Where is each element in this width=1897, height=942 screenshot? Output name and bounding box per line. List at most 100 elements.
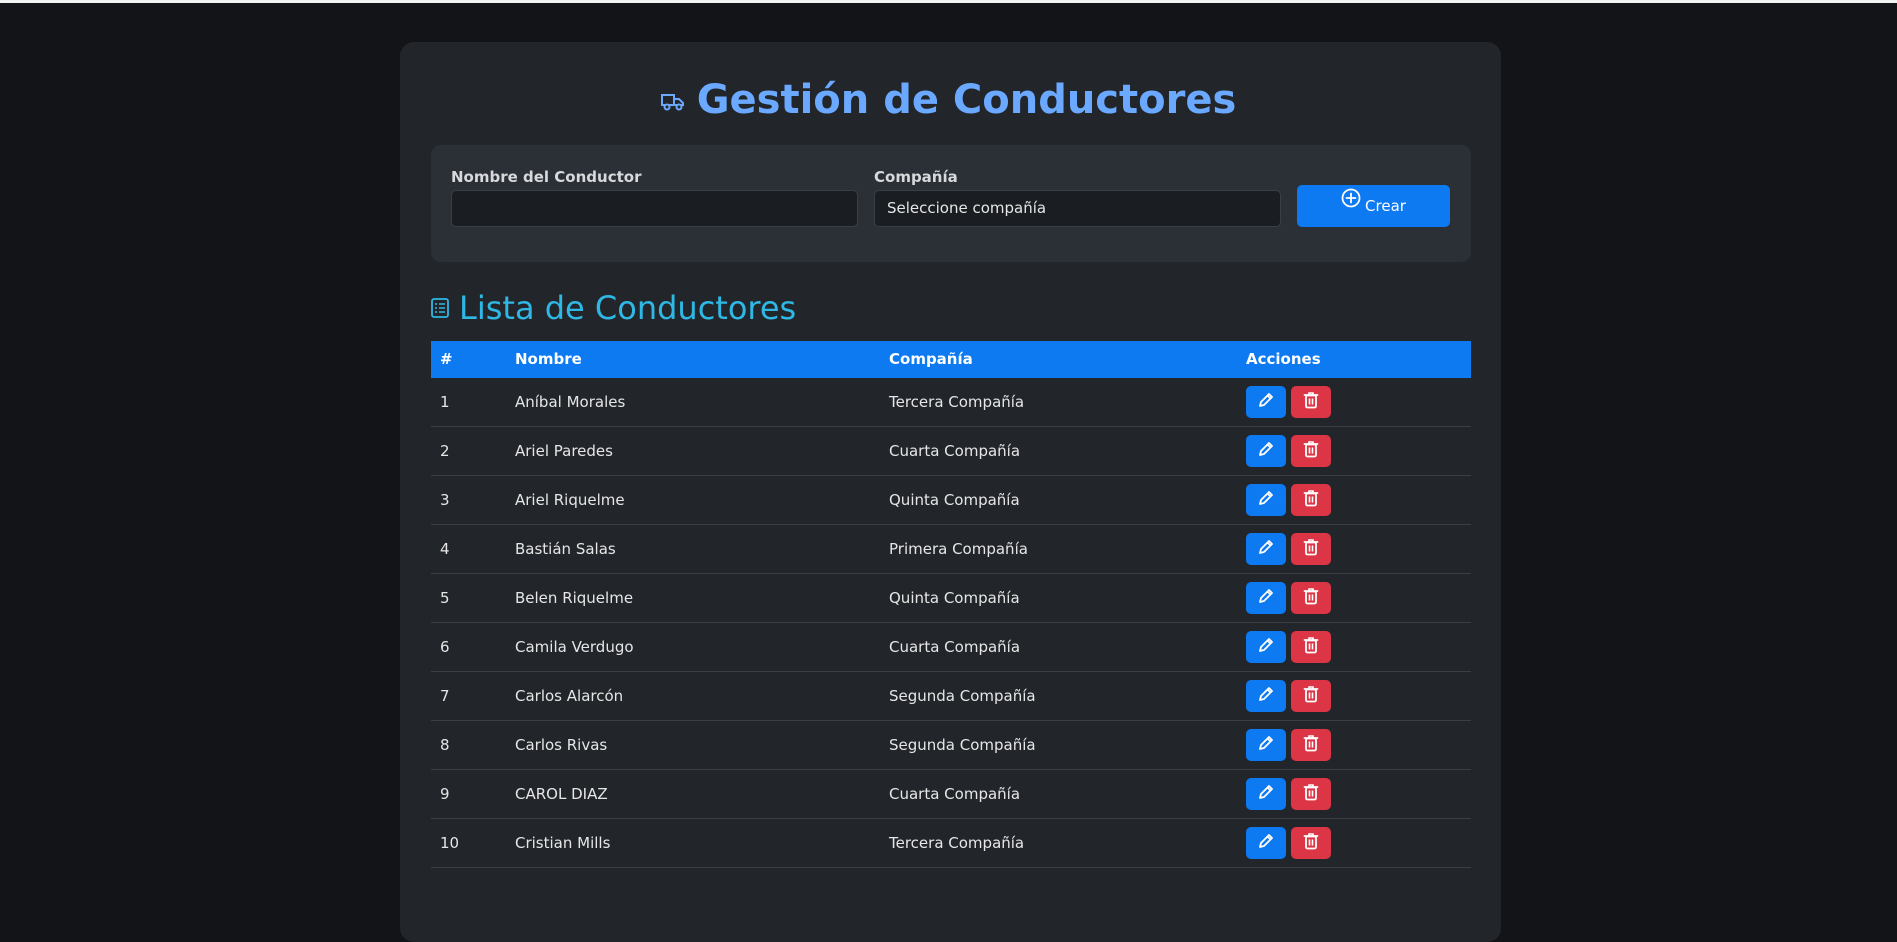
delete-button[interactable] bbox=[1291, 729, 1331, 761]
trash-icon bbox=[1303, 587, 1319, 609]
plus-circle-icon bbox=[1341, 182, 1361, 224]
row-driver-name: Belen Riquelme bbox=[515, 589, 634, 607]
row-driver-name: Carlos Rivas bbox=[515, 736, 608, 754]
pencil-icon bbox=[1257, 391, 1275, 413]
pencil-icon bbox=[1257, 489, 1275, 511]
delete-button[interactable] bbox=[1291, 631, 1331, 663]
company-label: Compañía bbox=[874, 168, 958, 186]
edit-button[interactable] bbox=[1246, 827, 1286, 859]
trash-icon bbox=[1303, 440, 1319, 462]
row-driver-name: Aníbal Morales bbox=[515, 393, 626, 411]
table-row: 7 Carlos Alarcón Segunda Compañía bbox=[431, 672, 1471, 721]
trash-icon bbox=[1303, 391, 1319, 413]
table-row: 9 CAROL DIAZ Cuarta Compañía bbox=[431, 770, 1471, 819]
edit-button[interactable] bbox=[1246, 729, 1286, 761]
delete-button[interactable] bbox=[1291, 435, 1331, 467]
table-row: 5 Belen Riquelme Quinta Compañía bbox=[431, 574, 1471, 623]
trash-icon bbox=[1303, 734, 1319, 756]
row-company: Quinta Compañía bbox=[889, 589, 1020, 607]
edit-button[interactable] bbox=[1246, 386, 1286, 418]
trash-icon bbox=[1303, 538, 1319, 560]
list-title-text: Lista de Conductores bbox=[459, 289, 797, 327]
trash-icon bbox=[1303, 636, 1319, 658]
browser-top-strip bbox=[0, 0, 1897, 3]
delete-button[interactable] bbox=[1291, 680, 1331, 712]
trash-icon bbox=[1303, 489, 1319, 511]
trash-icon bbox=[1303, 685, 1319, 707]
table-row: 1 Aníbal Morales Tercera Compañía bbox=[431, 378, 1471, 427]
driver-name-label: Nombre del Conductor bbox=[451, 168, 642, 186]
create-button[interactable]: Crear bbox=[1297, 185, 1450, 227]
row-company: Segunda Compañía bbox=[889, 687, 1036, 705]
row-number: 3 bbox=[440, 491, 450, 509]
row-number: 4 bbox=[440, 540, 450, 558]
row-company: Cuarta Compañía bbox=[889, 638, 1021, 656]
delete-button[interactable] bbox=[1291, 827, 1331, 859]
row-company: Tercera Compañía bbox=[889, 834, 1025, 852]
column-header-actions: Acciones bbox=[1246, 350, 1321, 368]
drivers-table: # Nombre Compañía Acciones 1 Aníbal Moral… bbox=[431, 341, 1471, 868]
delete-button[interactable] bbox=[1291, 484, 1331, 516]
table-header: # Nombre Compañía Acciones bbox=[431, 341, 1471, 378]
table-row: 4 Bastián Salas Primera Compañía bbox=[431, 525, 1471, 574]
row-company: Cuarta Compañía bbox=[889, 785, 1021, 803]
row-driver-name: Carlos Alarcón bbox=[515, 687, 624, 705]
edit-button[interactable] bbox=[1246, 778, 1286, 810]
pencil-icon bbox=[1257, 783, 1275, 805]
edit-button[interactable] bbox=[1246, 680, 1286, 712]
row-number: 10 bbox=[440, 834, 460, 852]
truck-icon bbox=[660, 70, 685, 126]
row-number: 7 bbox=[440, 687, 450, 705]
company-select-value: Seleccione compañía bbox=[887, 199, 1047, 217]
trash-icon bbox=[1303, 832, 1319, 854]
pencil-icon bbox=[1257, 685, 1275, 707]
row-company: Tercera Compañía bbox=[889, 393, 1025, 411]
list-title: Lista de Conductores bbox=[431, 286, 796, 332]
row-number: 1 bbox=[440, 393, 450, 411]
list-icon bbox=[431, 285, 449, 329]
edit-button[interactable] bbox=[1246, 435, 1286, 467]
create-button-label: Crear bbox=[1365, 197, 1406, 215]
pencil-icon bbox=[1257, 832, 1275, 854]
row-company: Quinta Compañía bbox=[889, 491, 1020, 509]
delete-button[interactable] bbox=[1291, 533, 1331, 565]
edit-button[interactable] bbox=[1246, 533, 1286, 565]
pencil-icon bbox=[1257, 538, 1275, 560]
row-company: Cuarta Compañía bbox=[889, 442, 1021, 460]
table-row: 10 Cristian Mills Tercera Compañía bbox=[431, 819, 1471, 868]
edit-button[interactable] bbox=[1246, 484, 1286, 516]
row-driver-name: Camila Verdugo bbox=[515, 638, 634, 656]
row-driver-name: Cristian Mills bbox=[515, 834, 611, 852]
row-number: 6 bbox=[440, 638, 450, 656]
table-row: 8 Carlos Rivas Segunda Compañía bbox=[431, 721, 1471, 770]
row-number: 2 bbox=[440, 442, 450, 460]
trash-icon bbox=[1303, 783, 1319, 805]
row-driver-name: Ariel Paredes bbox=[515, 442, 613, 460]
edit-button[interactable] bbox=[1246, 631, 1286, 663]
pencil-icon bbox=[1257, 440, 1275, 462]
table-row: 6 Camila Verdugo Cuarta Compañía bbox=[431, 623, 1471, 672]
driver-name-input[interactable] bbox=[451, 190, 858, 227]
delete-button[interactable] bbox=[1291, 778, 1331, 810]
table-row: 3 Ariel Riquelme Quinta Compañía bbox=[431, 476, 1471, 525]
row-number: 8 bbox=[440, 736, 450, 754]
row-driver-name: CAROL DIAZ bbox=[515, 785, 608, 803]
pencil-icon bbox=[1257, 734, 1275, 756]
edit-button[interactable] bbox=[1246, 582, 1286, 614]
column-header-company: Compañía bbox=[889, 350, 973, 368]
column-header-name: Nombre bbox=[515, 350, 582, 368]
row-number: 5 bbox=[440, 589, 450, 607]
company-select[interactable]: Seleccione compañía bbox=[874, 190, 1281, 227]
delete-button[interactable] bbox=[1291, 386, 1331, 418]
delete-button[interactable] bbox=[1291, 582, 1331, 614]
column-header-number: # bbox=[440, 350, 453, 368]
pencil-icon bbox=[1257, 636, 1275, 658]
table-row: 2 Ariel Paredes Cuarta Compañía bbox=[431, 427, 1471, 476]
row-number: 9 bbox=[440, 785, 450, 803]
row-company: Segunda Compañía bbox=[889, 736, 1036, 754]
row-driver-name: Bastián Salas bbox=[515, 540, 616, 558]
page-title-text: Gestión de Conductores bbox=[696, 77, 1237, 123]
row-driver-name: Ariel Riquelme bbox=[515, 491, 625, 509]
page-title: Gestión de Conductores bbox=[0, 72, 1897, 130]
pencil-icon bbox=[1257, 587, 1275, 609]
